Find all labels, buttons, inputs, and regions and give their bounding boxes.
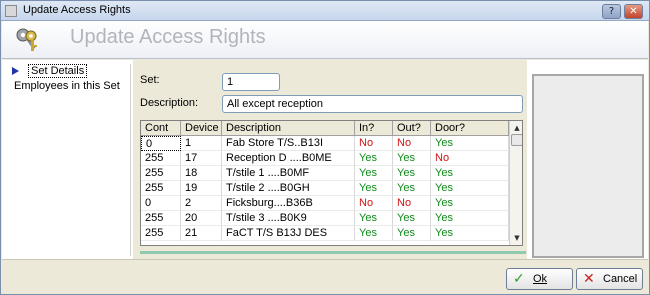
cell-door[interactable]: No: [431, 151, 509, 166]
cell-device[interactable]: 20: [181, 211, 222, 226]
close-button[interactable]: ✕: [624, 4, 643, 19]
cancel-button[interactable]: ✕ Cancel: [576, 268, 643, 290]
cell-in[interactable]: Yes: [355, 166, 393, 181]
help-button[interactable]: ?: [602, 4, 621, 19]
grid-body: 0 1 Fab Store T/S..B13I No No Yes 255 17…: [141, 136, 509, 241]
column-header-out[interactable]: Out?: [393, 121, 431, 136]
dialog-footer: ✓ Ok ✕ Cancel: [2, 259, 648, 294]
table-row[interactable]: 255 17 Reception D ....B0ME Yes Yes No: [141, 151, 509, 166]
cell-device[interactable]: 21: [181, 226, 222, 241]
cancel-x-icon: ✕: [583, 271, 595, 287]
cell-cont[interactable]: 255: [141, 226, 181, 241]
divider-line: [140, 251, 526, 254]
cell-out[interactable]: No: [393, 196, 431, 211]
cell-cont[interactable]: 255: [141, 166, 181, 181]
access-rights-grid[interactable]: Cont Device Description In? Out? Door? 0…: [140, 120, 523, 246]
cell-description[interactable]: T/stile 1 ....B0MF: [222, 166, 355, 181]
set-details-panel: Set: Description: Cont Device Descriptio…: [133, 60, 527, 259]
cell-device[interactable]: 17: [181, 151, 222, 166]
cancel-button-label: Cancel: [603, 273, 638, 285]
scroll-down-icon[interactable]: ▼: [511, 232, 522, 244]
set-label: Set:: [140, 74, 160, 86]
cell-description[interactable]: Ficksburg....B36B: [222, 196, 355, 211]
cell-out[interactable]: No: [393, 136, 431, 151]
dialog-header: Update Access Rights: [2, 21, 648, 59]
cell-out[interactable]: Yes: [393, 166, 431, 181]
scroll-thumb[interactable]: [511, 134, 522, 146]
selected-arrow-icon: [12, 67, 19, 75]
column-header-door[interactable]: Door?: [431, 121, 509, 136]
cell-in[interactable]: Yes: [355, 226, 393, 241]
window-title: Update Access Rights: [23, 4, 131, 16]
update-access-rights-window: Update Access Rights ? ✕ Update Access R…: [0, 0, 650, 295]
table-row[interactable]: 0 1 Fab Store T/S..B13I No No Yes: [141, 136, 509, 151]
table-row[interactable]: 255 18 T/stile 1 ....B0MF Yes Yes Yes: [141, 166, 509, 181]
nav-item-label: Set Details: [28, 64, 88, 78]
cell-cont[interactable]: 0: [141, 196, 181, 211]
keys-icon: [16, 28, 37, 51]
cell-description[interactable]: Reception D ....B0ME: [222, 151, 355, 166]
cell-in[interactable]: Yes: [355, 211, 393, 226]
grid-header: Cont Device Description In? Out? Door?: [141, 121, 509, 136]
cell-in[interactable]: No: [355, 196, 393, 211]
cell-door[interactable]: Yes: [431, 196, 509, 211]
nav-item-label: Employees in this Set: [14, 80, 120, 92]
cell-door[interactable]: Yes: [431, 226, 509, 241]
cell-door[interactable]: Yes: [431, 136, 509, 151]
app-icon: [5, 5, 17, 17]
preview-box: [532, 74, 644, 258]
cell-description[interactable]: FaCT T/S B13J DES: [222, 226, 355, 241]
cell-door[interactable]: Yes: [431, 211, 509, 226]
scroll-up-icon[interactable]: ▲: [511, 122, 522, 134]
nav-item-set-details[interactable]: Set Details: [6, 64, 130, 79]
description-label: Description:: [140, 97, 199, 109]
cell-cont[interactable]: 0: [141, 136, 181, 151]
cell-in[interactable]: No: [355, 136, 393, 151]
table-row[interactable]: 255 20 T/stile 3 ....B0K9 Yes Yes Yes: [141, 211, 509, 226]
dialog-heading: Update Access Rights: [70, 26, 266, 48]
cell-cont[interactable]: 255: [141, 151, 181, 166]
set-field[interactable]: [222, 73, 280, 91]
grid-vertical-scrollbar[interactable]: ▲ ▼: [509, 121, 522, 245]
ok-button[interactable]: ✓ Ok: [506, 268, 573, 290]
cell-out[interactable]: Yes: [393, 226, 431, 241]
table-row[interactable]: 255 21 FaCT T/S B13J DES Yes Yes Yes: [141, 226, 509, 241]
cell-in[interactable]: Yes: [355, 181, 393, 196]
cell-device[interactable]: 2: [181, 196, 222, 211]
column-header-description[interactable]: Description: [222, 121, 355, 136]
section-tree: Set Details Employees in this Set: [6, 64, 131, 256]
title-bar[interactable]: Update Access Rights ? ✕: [1, 1, 649, 21]
nav-item-employees-in-set[interactable]: Employees in this Set: [6, 79, 130, 94]
column-header-cont[interactable]: Cont: [141, 121, 181, 136]
cell-device[interactable]: 19: [181, 181, 222, 196]
description-field[interactable]: [222, 95, 523, 113]
cell-device[interactable]: 18: [181, 166, 222, 181]
column-header-device[interactable]: Device: [181, 121, 222, 136]
cell-in[interactable]: Yes: [355, 151, 393, 166]
cell-out[interactable]: Yes: [393, 151, 431, 166]
cell-out[interactable]: Yes: [393, 211, 431, 226]
cell-device[interactable]: 1: [181, 136, 222, 151]
cell-door[interactable]: Yes: [431, 166, 509, 181]
cell-description[interactable]: T/stile 2 ....B0GH: [222, 181, 355, 196]
cell-cont[interactable]: 255: [141, 211, 181, 226]
checkmark-icon: ✓: [513, 271, 525, 287]
dialog-body: Set Details Employees in this Set Set: D…: [2, 60, 648, 259]
table-row[interactable]: 255 19 T/stile 2 ....B0GH Yes Yes Yes: [141, 181, 509, 196]
cell-out[interactable]: Yes: [393, 181, 431, 196]
table-row[interactable]: 0 2 Ficksburg....B36B No No Yes: [141, 196, 509, 211]
cell-cont[interactable]: 255: [141, 181, 181, 196]
cell-description[interactable]: T/stile 3 ....B0K9: [222, 211, 355, 226]
cell-description[interactable]: Fab Store T/S..B13I: [222, 136, 355, 151]
ok-button-label: Ok: [533, 273, 548, 285]
column-header-in[interactable]: In?: [355, 121, 393, 136]
cell-door[interactable]: Yes: [431, 181, 509, 196]
